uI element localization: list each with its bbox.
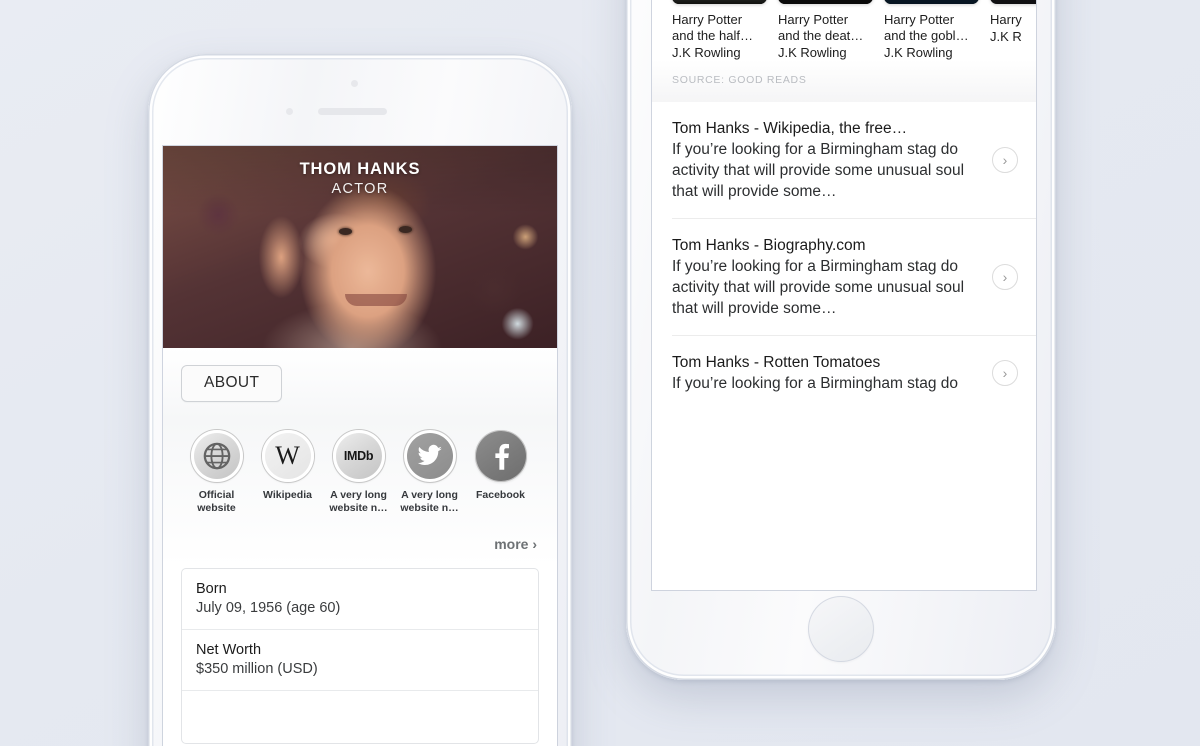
globe-icon xyxy=(190,430,243,482)
link-label: A very long website n… xyxy=(329,489,388,514)
twitter-icon xyxy=(403,430,456,482)
book-title: Harry Potter and the half… xyxy=(672,12,753,43)
profile-hero: THOM HANKS ACTOR xyxy=(163,146,557,348)
book-title: Harry xyxy=(990,12,1022,27)
right-phone-device: 12 October · 2 Likes · 1 Reetweet Relate… xyxy=(626,0,1056,680)
result-body: Tom Hanks - Rotten Tomatoes If you’re lo… xyxy=(672,352,982,394)
book-cover-bridge-of-spies: T O M H A N K S BRDGEOF SPES xyxy=(884,0,979,4)
fact-row-born: Born July 09, 1956 (age 60) xyxy=(182,569,538,630)
fact-value: July 09, 1956 (age 60) xyxy=(196,600,341,616)
imdb-icon: IMDb xyxy=(332,430,385,482)
link-label: Facebook xyxy=(475,489,525,501)
chevron-right-icon[interactable]: › xyxy=(992,264,1018,290)
book-cover-dark-portrait xyxy=(990,0,1036,4)
wikipedia-glyph: W xyxy=(275,441,300,470)
link-label: A very long website n… xyxy=(400,489,459,514)
wikipedia-icon: W xyxy=(261,430,314,482)
book-author: J.K Rowling xyxy=(778,45,847,60)
person-name: THOM HANKS xyxy=(299,160,421,178)
facebook-icon xyxy=(474,430,527,482)
mockup-stage: THOM HANKS ACTOR ABOUT Official website … xyxy=(0,0,1200,746)
right-phone-screen: 12 October · 2 Likes · 1 Reetweet Relate… xyxy=(652,0,1036,590)
link-item-facebook[interactable]: Facebook xyxy=(465,430,536,514)
result-title: Tom Hanks - Rotten Tomatoes xyxy=(672,354,881,371)
book-card[interactable]: Harry J.K R xyxy=(990,0,1036,60)
front-camera-icon xyxy=(351,80,358,87)
book-card[interactable]: a steven spielberg film tom hankssaving … xyxy=(778,0,873,60)
related-books-section: Related Books T O M H A N K S S U L L Y … xyxy=(652,0,1036,102)
fact-row-net-worth: Net Worth $350 million (USD) xyxy=(182,630,538,691)
link-label: Wikipedia xyxy=(263,489,312,501)
home-button[interactable] xyxy=(808,596,874,662)
book-card[interactable]: T O M H A N K S S U L L Y Harry Potter a… xyxy=(672,0,767,60)
book-cover-saving-private-ryan: a steven spielberg film tom hankssaving … xyxy=(778,0,873,4)
book-title: Harry Potter and the gobl… xyxy=(884,12,969,43)
facts-card: Born July 09, 1956 (age 60) Net Worth $3… xyxy=(181,568,539,744)
external-links-row: Official website W Wikipedia IMDb A very… xyxy=(181,430,539,514)
left-phone-device: THOM HANKS ACTOR ABOUT Official website … xyxy=(148,54,572,746)
left-phone-screen: THOM HANKS ACTOR ABOUT Official website … xyxy=(163,146,557,746)
search-result-item[interactable]: Tom Hanks - Biography.com If you’re look… xyxy=(672,219,1036,336)
earpiece-speaker xyxy=(318,108,387,115)
book-author: J.K Rowling xyxy=(672,45,741,60)
fact-label: Net Worth xyxy=(196,642,262,658)
result-snippet: If you’re looking for a Birmingham stag … xyxy=(672,141,965,200)
link-item-twitter[interactable]: A very long website n… xyxy=(394,430,465,514)
books-carousel[interactable]: T O M H A N K S S U L L Y Harry Potter a… xyxy=(652,0,1036,60)
hero-title-block: THOM HANKS ACTOR xyxy=(163,160,557,197)
book-card[interactable]: T O M H A N K S BRDGEOF SPES Harry Potte… xyxy=(884,0,979,60)
book-author: J.K Rowling xyxy=(884,45,953,60)
profile-body: ABOUT Official website W Wikipedia IMDb … xyxy=(163,348,557,744)
result-title: Tom Hanks - Biography.com xyxy=(672,237,866,254)
book-cover-sully: T O M H A N K S S U L L Y xyxy=(672,0,767,4)
fact-row-partial xyxy=(182,691,538,743)
link-item-imdb[interactable]: IMDb A very long website n… xyxy=(323,430,394,514)
result-title: Tom Hanks - Wikipedia, the free… xyxy=(672,120,908,137)
search-result-item[interactable]: Tom Hanks - Rotten Tomatoes If you’re lo… xyxy=(672,336,1036,410)
fact-value: $350 million (USD) xyxy=(196,661,318,677)
chevron-right-icon[interactable]: › xyxy=(992,147,1018,173)
link-item-wikipedia[interactable]: W Wikipedia xyxy=(252,430,323,514)
result-body: Tom Hanks - Wikipedia, the free… If you’… xyxy=(672,118,982,202)
more-link[interactable]: more › xyxy=(181,536,539,552)
result-snippet: If you’re looking for a Birmingham stag … xyxy=(672,375,959,392)
result-body: Tom Hanks - Biography.com If you’re look… xyxy=(672,235,982,319)
imdb-glyph: IMDb xyxy=(343,449,374,463)
book-title: Harry Potter and the deat… xyxy=(778,12,864,43)
book-author: J.K R xyxy=(990,29,1022,44)
link-label: Official website xyxy=(197,489,236,514)
link-item-official-website[interactable]: Official website xyxy=(181,430,252,514)
fact-label: Born xyxy=(196,581,227,597)
about-button[interactable]: ABOUT xyxy=(181,365,283,402)
proximity-sensor-icon xyxy=(286,108,293,115)
search-result-item[interactable]: Tom Hanks - Wikipedia, the free… If you’… xyxy=(672,102,1036,219)
person-role: ACTOR xyxy=(331,181,389,197)
books-source-note: SOURCE: GOOD READS xyxy=(652,60,1036,102)
result-snippet: If you’re looking for a Birmingham stag … xyxy=(672,258,965,317)
search-results-list: Tom Hanks - Wikipedia, the free… If you’… xyxy=(652,102,1036,410)
chevron-right-icon[interactable]: › xyxy=(992,360,1018,386)
